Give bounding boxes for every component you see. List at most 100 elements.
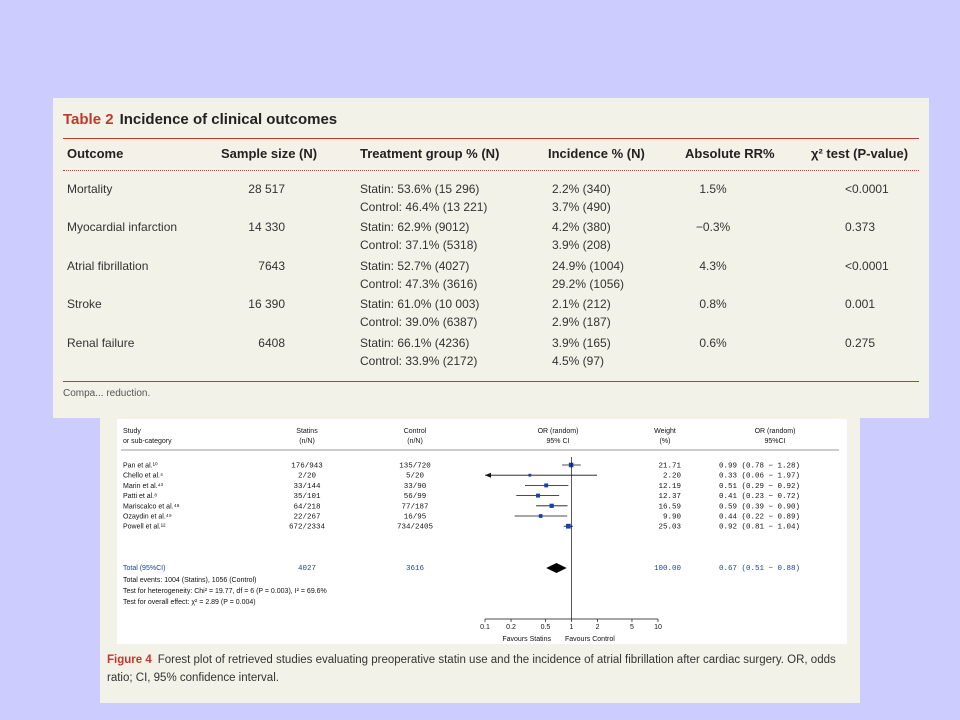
row-absolute-rr: 0.8%	[699, 297, 727, 311]
study-weight: 2.20	[663, 473, 682, 481]
col-header-weight: Weight	[654, 428, 676, 435]
study-control: 5/20	[406, 473, 425, 481]
col-header-control-sub: (n/N)	[407, 438, 423, 445]
col-header-or-sub: 95% CI	[547, 438, 570, 445]
table-panel: Table 2 Incidence of clinical outcomes Ou…	[53, 98, 929, 418]
study-ci-text: 0.59 (0.39 − 0.90)	[719, 503, 800, 511]
study-control: 77/187	[401, 503, 428, 511]
row-incidence-statin: 2.1% (212)	[552, 297, 611, 311]
study-name: Marin et al.⁴³	[123, 483, 164, 490]
study-statins: 672/2334	[289, 524, 326, 532]
row-p-value: 0.001	[845, 297, 876, 311]
footnote-heterogeneity: Test for heterogeneity: Chi² = 19.77, df…	[123, 588, 327, 595]
header-dotted-rule	[63, 170, 919, 171]
row-sample-size: 6408	[258, 336, 285, 350]
study-weight: 21.71	[658, 463, 681, 471]
row-incidence-control: 3.7% (490)	[552, 200, 611, 214]
col-header-study-sub: or sub-category	[123, 438, 172, 445]
col-header-orci: OR (random)	[755, 428, 796, 435]
row-outcome: Renal failure	[67, 336, 135, 350]
study-statins: 35/101	[293, 493, 321, 501]
row-absolute-rr: 1.5%	[699, 182, 727, 196]
total-ci-text: 0.67 (0.51 − 0.88)	[719, 565, 800, 573]
row-absolute-rr: −0.3%	[695, 220, 731, 234]
study-control: 16/95	[404, 514, 427, 522]
table-caption-fragment: Compa... reduction.	[63, 388, 151, 399]
table-title: Table 2 Incidence of clinical outcomes	[63, 111, 337, 128]
header-outcome: Outcome	[67, 146, 124, 161]
study-control: 56/99	[404, 493, 427, 501]
x-tick-label: 0.5	[541, 624, 551, 631]
study-weight: 12.37	[658, 493, 681, 501]
row-p-value: <0.0001	[845, 182, 889, 196]
row-incidence-statin: 4.2% (380)	[552, 220, 611, 234]
x-tick-label: 10	[654, 624, 662, 631]
study-weight: 12.19	[658, 483, 681, 491]
row-outcome: Stroke	[67, 297, 102, 311]
row-treatment-control: Control: 33.9% (2172)	[360, 354, 478, 368]
row-sample-size: 14 330	[248, 220, 285, 234]
x-tick-label: 1	[570, 624, 574, 631]
study-ci-text: 0.92 (0.81 − 1.04)	[719, 524, 800, 532]
favours-statins-label: Favours Statins	[502, 636, 551, 643]
figure-caption: Figure 4 Forest plot of retrieved studies…	[107, 651, 852, 687]
x-tick-label: 0.2	[506, 624, 516, 631]
favours-control-label: Favours Control	[565, 636, 615, 643]
study-name: Chello et al.⁴	[123, 473, 163, 480]
study-name: Mariscalco et al.⁴⁸	[123, 503, 180, 510]
header-chi2-test: χ² test (P-value)	[811, 146, 909, 161]
row-treatment-statin: Statin: 66.1% (4236)	[360, 336, 470, 350]
table-title-text: Incidence of clinical outcomes	[119, 111, 338, 128]
col-header-weight-sub: (%)	[660, 438, 671, 445]
study-control: 33/90	[404, 483, 427, 491]
row-treatment-statin: Statin: 52.7% (4027)	[360, 259, 470, 273]
col-header-orci-sub: 95%CI	[764, 438, 785, 445]
table-label: Table 2	[63, 111, 114, 128]
header-absolute-rr: Absolute RR%	[685, 146, 775, 161]
total-statins: 4027	[298, 565, 316, 573]
point-estimate-square	[565, 523, 571, 529]
x-tick-label: 5	[630, 624, 634, 631]
point-estimate-square	[528, 473, 532, 477]
study-statins: 33/144	[293, 483, 321, 491]
forest-plot-area: Study or sub-category Statins (n/N) Cont…	[117, 419, 847, 644]
row-outcome: Myocardial infarction	[67, 220, 178, 234]
row-p-value: 0.373	[845, 220, 876, 234]
study-name: Pan et al.¹⁰	[123, 462, 158, 470]
point-estimate-square	[536, 493, 540, 498]
study-ci-text: 0.51 (0.29 − 0.92)	[719, 483, 800, 491]
row-incidence-statin: 3.9% (165)	[552, 336, 611, 350]
study-name: Powell et al.¹²	[123, 524, 166, 531]
col-header-or: OR (random)	[538, 428, 579, 435]
top-rule	[63, 138, 919, 139]
row-treatment-statin: Statin: 62.9% (9012)	[360, 220, 470, 234]
study-control: 734/2405	[397, 524, 434, 532]
bottom-rule	[63, 381, 919, 382]
study-name: Ozaydin et al.⁴⁹	[123, 514, 172, 521]
study-statins: 22/267	[293, 514, 320, 522]
header-treatment-group: Treatment group % (N)	[360, 146, 500, 161]
total-control: 3616	[406, 565, 425, 573]
col-header-statins-sub: (n/N)	[299, 438, 315, 445]
ci-arrow	[485, 472, 491, 478]
row-incidence-control: 3.9% (208)	[552, 238, 611, 252]
row-treatment-statin: Statin: 53.6% (15 296)	[360, 182, 480, 196]
footnote-overall-effect: Test for overall effect: χ² = 2.89 (P = …	[123, 599, 256, 606]
forest-plot: Study or sub-category Statins (n/N) Cont…	[121, 428, 839, 643]
x-tick-label: 2	[596, 624, 600, 631]
row-treatment-control: Control: 37.1% (5318)	[360, 238, 478, 252]
row-incidence-statin: 2.2% (340)	[552, 182, 611, 196]
row-absolute-rr: 4.3%	[699, 259, 727, 273]
study-ci-text: 0.33 (0.06 − 1.97)	[719, 473, 800, 481]
table-header-row: Outcome Sample size (N) Treatment group …	[53, 146, 929, 166]
point-estimate-square	[538, 514, 543, 518]
total-label: Total (95%CI)	[123, 565, 165, 572]
row-sample-size: 28 517	[248, 182, 285, 196]
row-incidence-control: 29.2% (1056)	[552, 277, 625, 291]
row-treatment-statin: Statin: 61.0% (10 003)	[360, 297, 480, 311]
row-incidence-control: 4.5% (97)	[552, 354, 605, 368]
col-header-control: Control	[404, 428, 427, 435]
total-weight: 100.00	[654, 565, 682, 573]
row-treatment-control: Control: 46.4% (13 221)	[360, 200, 488, 214]
point-estimate-square	[544, 483, 549, 488]
